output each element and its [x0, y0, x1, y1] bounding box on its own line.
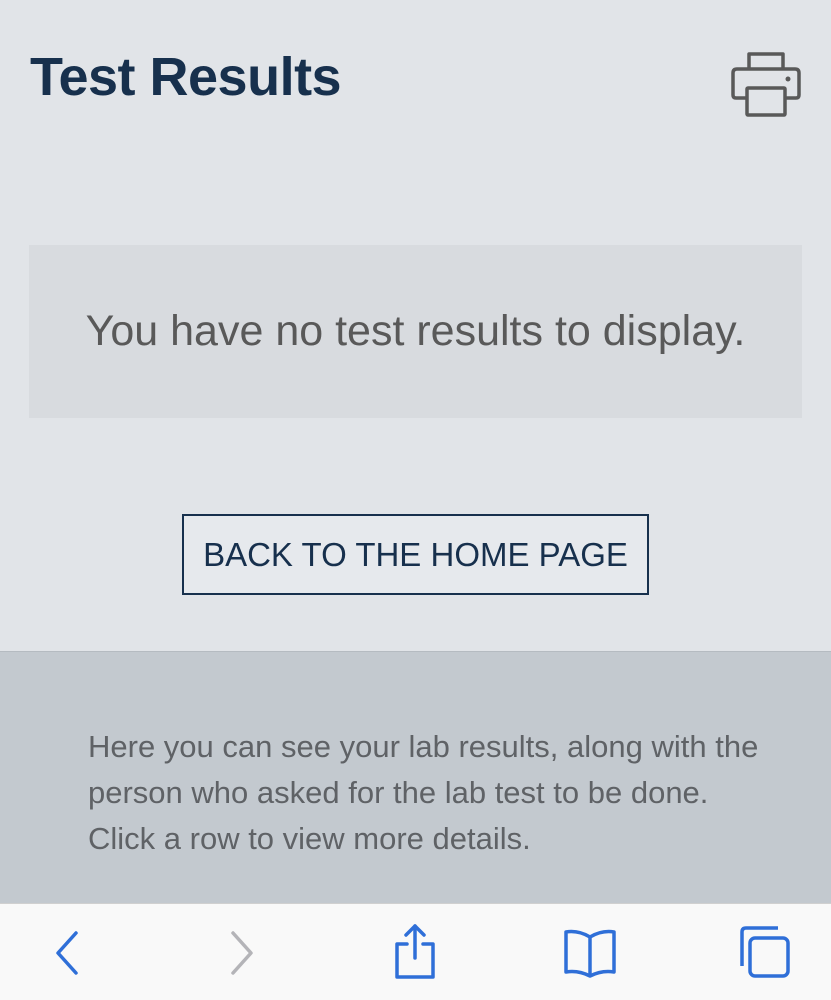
- info-panel: Here you can see your lab results, along…: [0, 651, 831, 903]
- empty-results-message: You have no test results to display.: [85, 307, 746, 355]
- forward-button[interactable]: [211, 922, 271, 982]
- tabs-button[interactable]: [734, 922, 794, 982]
- page-title: Test Results: [30, 47, 342, 107]
- tabs-icon: [740, 926, 790, 978]
- back-to-home-button[interactable]: BACK TO THE HOME PAGE: [182, 514, 649, 595]
- back-button[interactable]: [38, 922, 98, 982]
- printer-icon: [731, 52, 801, 117]
- empty-results-panel: You have no test results to display.: [29, 245, 802, 418]
- back-icon: [56, 931, 78, 975]
- share-button[interactable]: [385, 922, 445, 982]
- info-text: Here you can see your lab results, along…: [88, 729, 759, 856]
- print-button[interactable]: [728, 50, 804, 120]
- forward-icon: [231, 931, 253, 975]
- main-content: Test Results You have no test results to…: [0, 0, 831, 651]
- page: Test Results You have no test results to…: [0, 0, 831, 1000]
- share-icon: [395, 924, 435, 979]
- bookmarks-button[interactable]: [560, 922, 620, 982]
- browser-toolbar: [0, 903, 831, 1000]
- bookmarks-icon: [564, 929, 616, 978]
